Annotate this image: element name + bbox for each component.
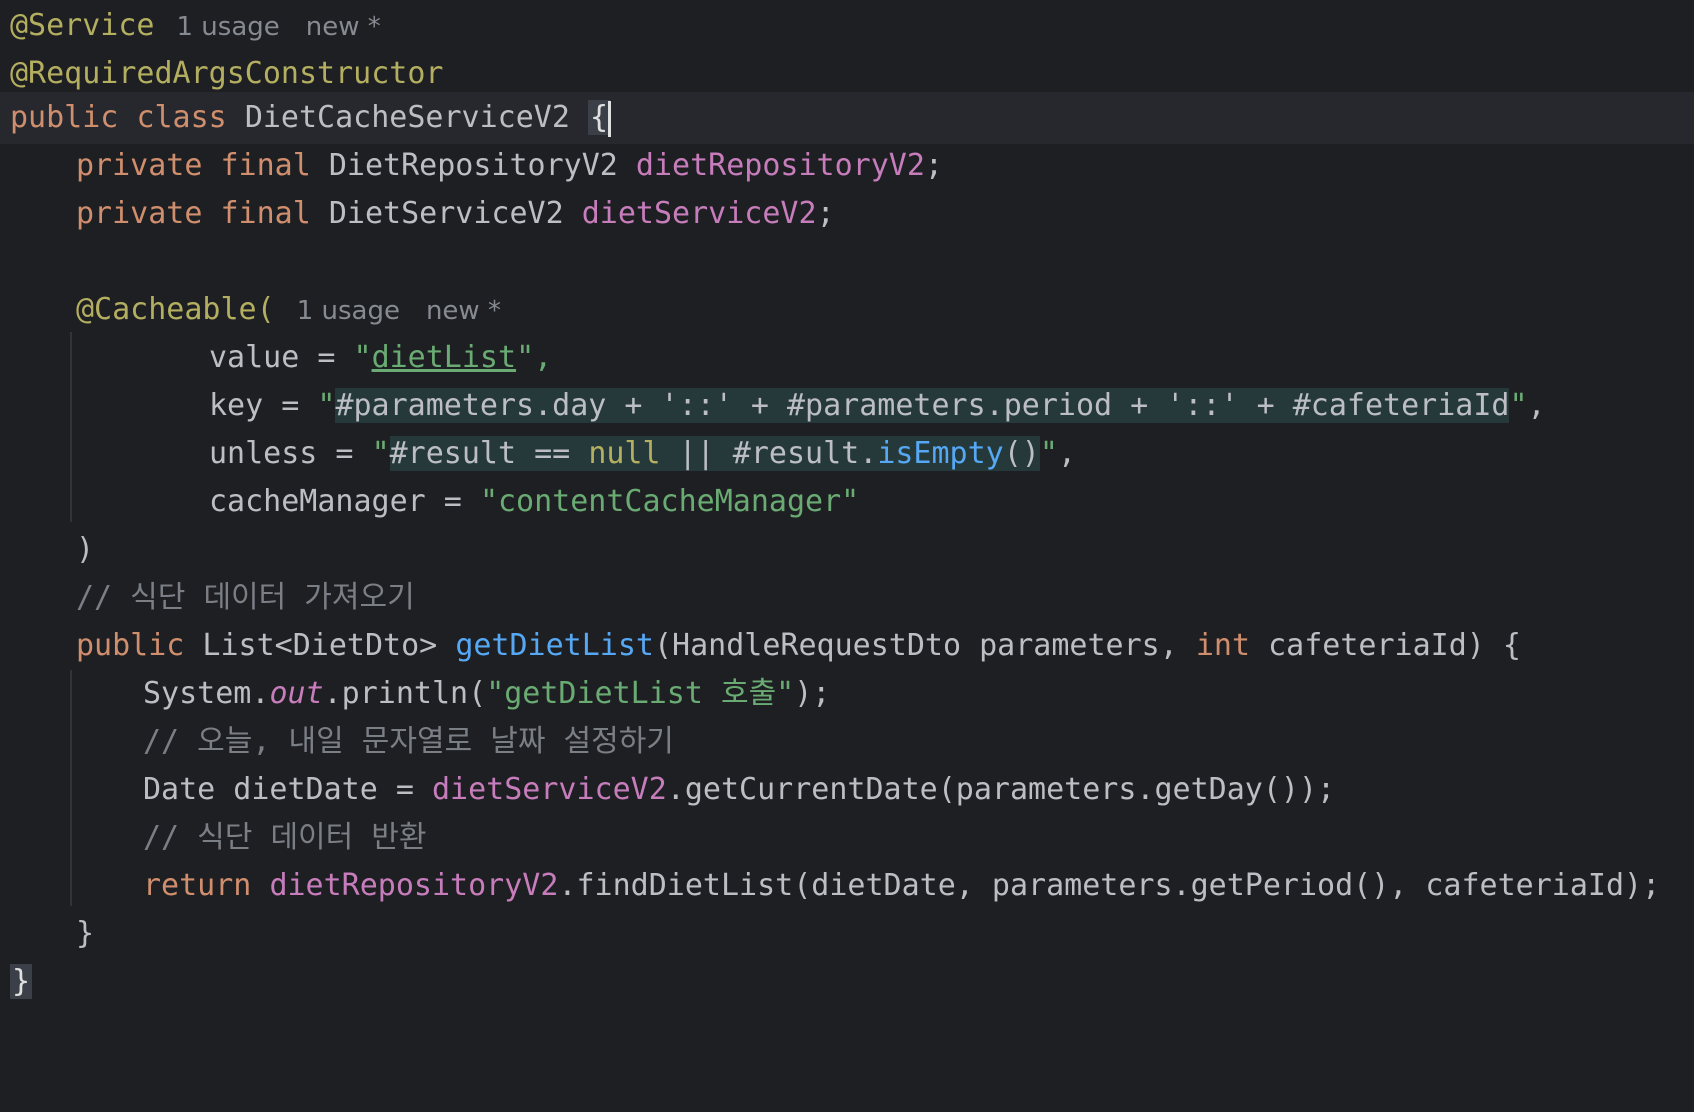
field-diet-service: dietServiceV2 bbox=[581, 196, 817, 231]
code-line-4: private final DietRepositoryV2 dietRepos… bbox=[0, 140, 1694, 192]
code-line-19: return dietRepositoryV2.findDietList(die… bbox=[0, 860, 1694, 912]
annotation-cacheable: @Cacheable( bbox=[76, 292, 275, 327]
spel-null: null bbox=[588, 436, 661, 471]
get-current-date-call: .getCurrentDate(parameters.getDay()); bbox=[666, 772, 1336, 807]
annotation-service: @Service bbox=[10, 8, 155, 43]
code-line-16: // 오늘, 내일 문자열로 날짜 설정하기 bbox=[0, 716, 1694, 768]
param-cache-manager: cacheManager bbox=[209, 484, 426, 519]
code-line-15: System.out.println("getDietList 호출"); bbox=[0, 668, 1694, 720]
method-close-brace: } bbox=[76, 916, 95, 951]
field-type: DietRepositoryV2 bbox=[328, 148, 618, 183]
keyword-public: public bbox=[10, 100, 119, 135]
keyword-class: class bbox=[136, 100, 227, 135]
string-quote: " bbox=[371, 436, 390, 471]
cache-manager-string: "contentCacheManager" bbox=[479, 484, 860, 519]
code-editor[interactable]: @Service 1 usage new * @RequiredArgsConstr… bbox=[0, 0, 1694, 1094]
string-quote: " bbox=[353, 340, 372, 375]
annotation-required-args: @RequiredArgsConstructor bbox=[10, 56, 444, 91]
method-params-end: cafeteriaId) { bbox=[1250, 628, 1521, 663]
param-unless: unless bbox=[209, 436, 318, 471]
keyword-final: final bbox=[220, 148, 311, 183]
assign-op: = bbox=[263, 388, 318, 423]
comment-set-date: // 오늘, 내일 문자열로 날짜 설정하기 bbox=[143, 724, 674, 759]
usage-hint[interactable]: 1 usage bbox=[297, 296, 400, 326]
semicolon: ; bbox=[924, 148, 943, 183]
code-line-21: } bbox=[0, 956, 1694, 1008]
code-line-8: value = "dietList", bbox=[0, 332, 1694, 384]
code-line-11: cacheManager = "contentCacheManager" bbox=[0, 476, 1694, 528]
author-hint[interactable]: new * bbox=[306, 12, 381, 42]
spel-or-result: || #result. bbox=[660, 436, 878, 471]
keyword-int: int bbox=[1195, 628, 1251, 663]
param-value: value bbox=[209, 340, 300, 375]
keyword-final: final bbox=[220, 196, 311, 231]
method-get-diet-list: getDietList bbox=[455, 628, 654, 663]
assign-op: = bbox=[299, 340, 354, 375]
code-line-13: // 식단 데이터 가져오기 bbox=[0, 572, 1694, 624]
code-line-5: private final DietServiceV2 dietServiceV… bbox=[0, 188, 1694, 240]
spel-parens: () bbox=[1003, 436, 1040, 471]
spel-result: #result == bbox=[389, 436, 589, 471]
date-declaration: Date dietDate = bbox=[143, 772, 432, 807]
return-type: List<DietDto> bbox=[184, 628, 456, 663]
code-line-12: ) bbox=[0, 524, 1694, 576]
field-ref-diet-service: dietServiceV2 bbox=[431, 772, 667, 807]
semicolon: ; bbox=[816, 196, 835, 231]
method-params: (HandleRequestDto parameters, bbox=[654, 628, 1196, 663]
spel-is-empty: isEmpty bbox=[877, 436, 1004, 471]
code-line-17: Date dietDate = dietServiceV2.getCurrent… bbox=[0, 764, 1694, 816]
field-diet-repository: dietRepositoryV2 bbox=[635, 148, 925, 183]
comment-return-diet: // 식단 데이터 반환 bbox=[143, 820, 427, 855]
usage-hint[interactable]: 1 usage bbox=[177, 12, 280, 42]
text-caret bbox=[608, 100, 612, 137]
keyword-private: private bbox=[76, 148, 203, 183]
find-diet-list-call: .findDietList(dietDate, parameters.getPe… bbox=[558, 868, 1661, 903]
code-line-9: key = "#parameters.day + '::' + #paramet… bbox=[0, 380, 1694, 432]
comma: , bbox=[1057, 436, 1076, 471]
system-ref: System. bbox=[143, 676, 270, 711]
spel-key-expression: #parameters.day + '::' + #parameters.per… bbox=[335, 388, 1510, 423]
keyword-return: return bbox=[143, 868, 252, 903]
code-line-20: } bbox=[0, 908, 1694, 960]
log-string: "getDietList 호출" bbox=[486, 676, 795, 711]
code-line-14: public List<DietDto> getDietList(HandleR… bbox=[0, 620, 1694, 672]
close-paren: ) bbox=[76, 532, 95, 567]
matched-brace-close: } bbox=[10, 964, 33, 999]
assign-op: = bbox=[317, 436, 372, 471]
code-line-10: unless = "#result == null || #result.isE… bbox=[0, 428, 1694, 480]
string-quote: " bbox=[317, 388, 336, 423]
call-end: ); bbox=[794, 676, 831, 711]
code-line-18: // 식단 데이터 반환 bbox=[0, 812, 1694, 864]
keyword-private: private bbox=[76, 196, 203, 231]
static-out: out bbox=[269, 676, 324, 711]
param-key: key bbox=[209, 388, 264, 423]
code-line-3-current: public class DietCacheServiceV2 { bbox=[0, 92, 1694, 144]
assign-op: = bbox=[425, 484, 480, 519]
cache-name-link[interactable]: dietList bbox=[372, 340, 517, 375]
class-name: DietCacheServiceV2 bbox=[244, 100, 570, 135]
comma: , bbox=[1527, 388, 1546, 423]
comment-fetch-diet: // 식단 데이터 가져오기 bbox=[76, 580, 415, 615]
string-quote: " bbox=[1039, 436, 1058, 471]
string-quote: " bbox=[1509, 388, 1528, 423]
keyword-public: public bbox=[76, 628, 185, 663]
println-call: .println( bbox=[323, 676, 487, 711]
matched-brace-open: { bbox=[587, 100, 611, 135]
code-line-1: @Service 1 usage new * bbox=[0, 0, 1694, 52]
author-hint[interactable]: new * bbox=[426, 296, 501, 326]
string-quote: ", bbox=[516, 340, 553, 375]
field-ref-diet-repository: dietRepositoryV2 bbox=[269, 868, 559, 903]
code-line-7: @Cacheable( 1 usage new * bbox=[0, 284, 1694, 336]
field-type: DietServiceV2 bbox=[328, 196, 564, 231]
